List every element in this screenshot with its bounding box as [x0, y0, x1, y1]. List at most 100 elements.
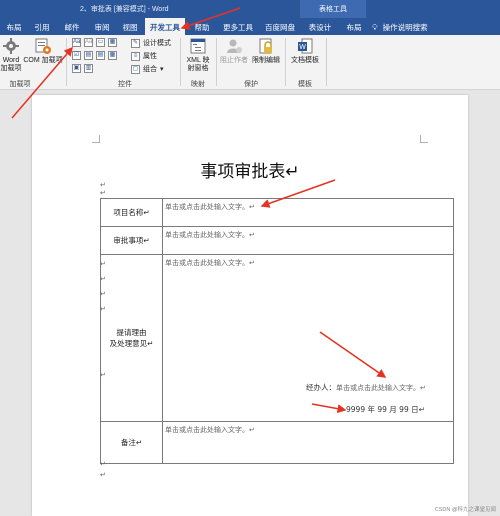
tab-mailings[interactable]: 邮件	[58, 18, 86, 35]
xml-mapping-label: XML 映 射窗格	[186, 57, 210, 72]
tab-references[interactable]: 引用	[28, 18, 56, 35]
table-label-cell[interactable]: 项目名称↵	[100, 198, 163, 227]
chevron-down-icon: ▾	[160, 66, 164, 73]
legacy-tools-icon[interactable]: ▥	[84, 64, 93, 73]
gear-icon	[3, 38, 19, 54]
tab-baidu-netdisk[interactable]: 百度网盘	[260, 18, 300, 35]
handler-label: 经办人：	[306, 383, 336, 392]
com-addins-button[interactable]: COM 加载项	[22, 37, 64, 65]
building-block-control-icon[interactable]: ▦	[108, 38, 117, 47]
svg-text:W: W	[299, 44, 306, 51]
properties-button[interactable]: ≡ 属性	[131, 51, 157, 61]
document-template-button[interactable]: W 文档模板	[288, 37, 322, 65]
table-label-cell[interactable]: 审批事项↵	[100, 226, 163, 255]
design-mode-label: 设计模式	[143, 40, 171, 47]
margin-corner-mark	[92, 135, 100, 143]
document-template-label: 文档模板	[291, 57, 319, 64]
paragraph-mark: ↵	[100, 276, 106, 283]
content-control-placeholder[interactable]: 单击或点击此处输入文字。↵	[162, 421, 454, 464]
content-controls-row-3: ▣ ▥	[72, 64, 93, 73]
group-icon: ▢	[131, 64, 140, 74]
title-bar: 2、审批表 [兼容模式] - Word 表格工具	[0, 0, 500, 18]
content-control-placeholder[interactable]: 单击或点击此处输入文字。↵	[162, 198, 454, 227]
ribbon-divider	[326, 38, 327, 86]
tell-me-label: 操作说明搜索	[382, 23, 428, 32]
addins-group-label: 加载项	[9, 81, 31, 88]
plain-text-control-icon[interactable]: Aa	[84, 38, 93, 47]
ribbon-divider	[285, 38, 286, 86]
restrict-editing-button[interactable]: 限制编辑	[250, 37, 282, 65]
tab-help[interactable]: 帮助	[188, 18, 216, 35]
date-line[interactable]: 9999 年 99 月 99 日↵	[346, 404, 425, 415]
ribbon-developer: Word 加载项 COM 加载项 加载项 Aa Aa ▭ ▦ ☑ ▤ ▤ ▦ ▣…	[0, 35, 500, 90]
protect-group-label: 保护	[244, 81, 258, 88]
design-mode-button[interactable]: ✎ 设计模式	[131, 38, 171, 48]
combo-box-control-icon[interactable]: ▤	[84, 51, 93, 60]
handler-line[interactable]: 经办人：单击或点击此处输入文字。↵	[306, 382, 426, 393]
table-row: 审批事项↵ 单击或点击此处输入文字。↵	[100, 226, 454, 255]
tab-table-layout[interactable]: 布局	[340, 18, 368, 35]
group-button[interactable]: ▢ 组合 ▾	[131, 64, 164, 74]
table-row: 项目名称↵ 单击或点击此处输入文字。↵	[100, 198, 454, 227]
window-title: 2、审批表 [兼容模式] - Word	[80, 6, 169, 13]
paragraph-mark: ↵	[100, 472, 106, 479]
margin-corner-mark	[420, 135, 428, 143]
tell-me-search[interactable]: 💡︎ 操作说明搜索	[372, 18, 462, 35]
com-addin-icon	[35, 38, 51, 54]
design-mode-icon: ✎	[131, 38, 140, 48]
repeating-section-control-icon[interactable]: ▣	[72, 64, 81, 73]
handler-placeholder[interactable]: 单击或点击此处输入文字。↵	[336, 384, 426, 392]
content-control-placeholder[interactable]: 单击或点击此处输入文字。↵	[162, 226, 454, 255]
table-label-cell[interactable]: 备注↵	[100, 421, 163, 464]
watermark-text: CSDN @科九之课堂见闻	[434, 507, 496, 513]
xml-mapping-pane-button[interactable]: XML 映 射窗格	[182, 37, 214, 73]
ribbon-divider	[216, 38, 217, 86]
group-label: 组合	[143, 66, 157, 73]
document-title[interactable]: 事项审批表↵	[32, 157, 468, 182]
paragraph-mark: ↵	[100, 261, 106, 268]
tab-table-design[interactable]: 表设计	[303, 18, 337, 35]
tab-more-tools[interactable]: 更多工具	[218, 18, 258, 35]
mapping-group-label: 映射	[191, 81, 205, 88]
paragraph-mark: ↵	[100, 461, 106, 468]
dropdown-control-icon[interactable]: ▤	[96, 51, 105, 60]
lightbulb-icon: 💡︎	[372, 23, 378, 32]
approval-table: 项目名称↵ 单击或点击此处输入文字。↵ 审批事项↵ 单击或点击此处输入文字。↵ …	[100, 198, 454, 464]
restrict-editing-label: 限制编辑	[252, 57, 280, 64]
table-row: 备注↵ 单击或点击此处输入文字。↵	[100, 421, 454, 464]
content-controls-row-1: Aa Aa ▭ ▦	[72, 38, 117, 47]
picture-control-icon[interactable]: ▭	[96, 38, 105, 47]
word-addins-label: Word 加载项	[0, 57, 22, 72]
block-authors-icon	[227, 39, 242, 53]
word-addins-button[interactable]: Word 加载项	[0, 37, 22, 73]
paragraph-mark: ↵	[100, 190, 106, 197]
templates-group-label: 模板	[298, 81, 312, 88]
com-addins-label: COM 加载项	[23, 57, 63, 64]
table-row: 提请理由 及处理意见↵ 单击或点击此处输入文字。↵	[100, 254, 454, 422]
tab-view[interactable]: 视图	[116, 18, 144, 35]
properties-label: 属性	[143, 53, 157, 60]
rich-text-control-icon[interactable]: Aa	[72, 38, 81, 47]
tab-developer[interactable]: 开发工具	[145, 18, 185, 35]
block-authors-button[interactable]: 阻止作者	[218, 37, 250, 65]
table-label-cell[interactable]: 提请理由 及处理意见↵	[100, 254, 163, 422]
xml-mapping-icon	[190, 38, 206, 54]
ribbon-divider	[66, 38, 67, 86]
paragraph-mark: ↵	[100, 372, 106, 379]
word-template-icon: W	[298, 38, 313, 54]
ribbon-divider	[180, 38, 181, 86]
content-control-placeholder[interactable]: 单击或点击此处输入文字。↵	[162, 254, 454, 422]
content-controls-row-2: ☑ ▤ ▤ ▦	[72, 51, 117, 60]
checkbox-control-icon[interactable]: ☑	[72, 51, 81, 60]
document-page[interactable]: 事项审批表↵ ↵ ↵ 项目名称↵ 单击或点击此处输入文字。↵ 审批事项↵ 单击或…	[32, 95, 468, 516]
controls-group-label: 控件	[118, 81, 132, 88]
date-picker-control-icon[interactable]: ▦	[108, 51, 117, 60]
properties-icon: ≡	[131, 51, 140, 61]
paragraph-mark: ↵	[100, 306, 106, 313]
tab-review[interactable]: 审阅	[88, 18, 116, 35]
block-authors-label: 阻止作者	[220, 57, 248, 64]
ribbon-tab-bar: 布局 引用 邮件 审阅 视图 开发工具 帮助 更多工具 百度网盘 表设计 布局 …	[0, 18, 500, 35]
tab-layout[interactable]: 布局	[0, 18, 28, 35]
lock-icon	[259, 38, 272, 54]
paragraph-mark: ↵	[100, 182, 106, 189]
